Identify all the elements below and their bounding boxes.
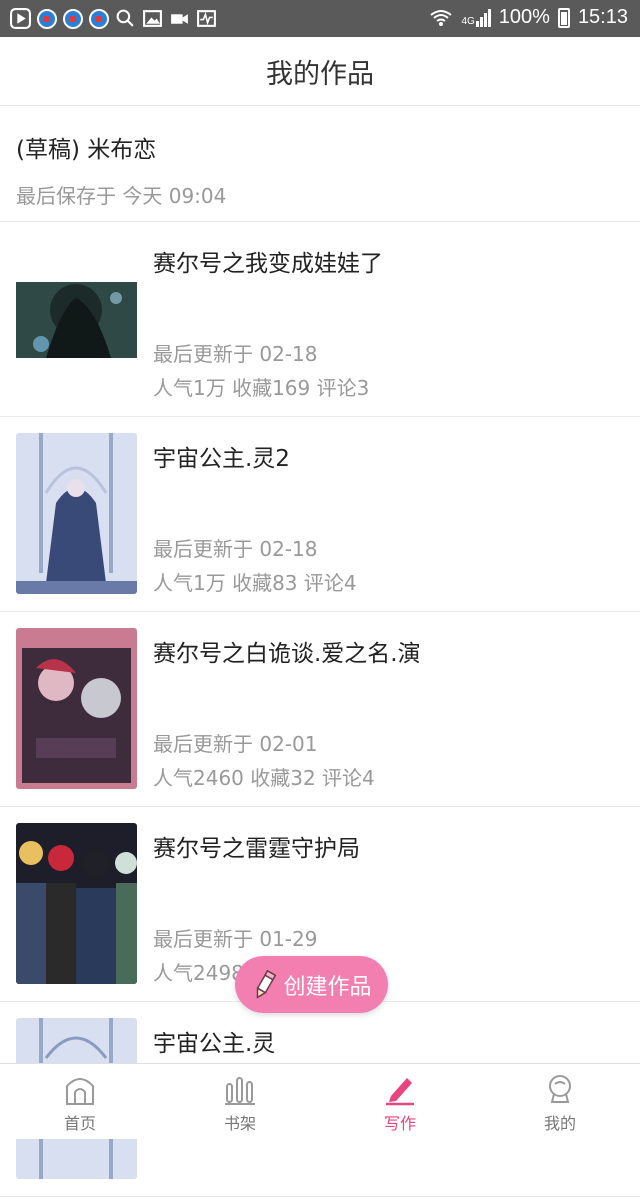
work-updated: 最后更新于 02-01 bbox=[153, 732, 318, 756]
bookshelf-icon bbox=[225, 1077, 255, 1105]
app-notification-icon bbox=[89, 8, 109, 29]
work-title: 赛尔号之雷霆守护局 bbox=[153, 836, 360, 862]
work-cover bbox=[16, 238, 137, 399]
signal-icon: 4G bbox=[461, 8, 491, 27]
work-cover bbox=[16, 823, 137, 984]
app-notification-icon bbox=[37, 8, 57, 29]
pencil-icon bbox=[257, 969, 277, 999]
activity-icon bbox=[197, 10, 216, 27]
nav-write-label: 写作 bbox=[383, 1114, 416, 1133]
home-icon bbox=[66, 1078, 94, 1105]
wifi-icon bbox=[430, 9, 453, 26]
draft-saved-time: 最后保存于 今天 09:04 bbox=[16, 184, 227, 208]
work-title: 宇宙公主.灵 bbox=[153, 1031, 276, 1057]
video-icon bbox=[171, 14, 188, 24]
draft-title: (草稿) 米布恋 bbox=[16, 137, 157, 163]
system-status: 4G 100% 15:13 bbox=[429, 6, 628, 29]
search-icon bbox=[116, 9, 134, 27]
profile-icon bbox=[549, 1075, 571, 1103]
work-title: 宇宙公主.灵2 bbox=[153, 446, 290, 472]
work-item[interactable]: 赛尔号之我变成娃娃了 最后更新于 02-18 人气1万 收藏169 评论3 bbox=[0, 222, 640, 417]
work-title: 赛尔号之我变成娃娃了 bbox=[153, 251, 383, 277]
pencil-icon bbox=[386, 1078, 414, 1106]
work-title: 赛尔号之白诡谈.爱之名.演 bbox=[153, 641, 421, 667]
work-item[interactable]: 赛尔号之白诡谈.爱之名.演 最后更新于 02-01 人气2460 收藏32 评论… bbox=[0, 612, 640, 807]
work-stats: 人气1万 收藏169 评论3 bbox=[153, 376, 370, 400]
page-title: 我的作品 bbox=[0, 37, 640, 106]
notification-icons bbox=[10, 8, 217, 29]
nav-profile-label: 我的 bbox=[543, 1114, 576, 1133]
app-notification-icon bbox=[63, 8, 83, 29]
nav-profile[interactable]: 我的 bbox=[480, 1064, 640, 1139]
nav-home-label: 首页 bbox=[63, 1114, 96, 1133]
nav-bookshelf[interactable]: 书架 bbox=[160, 1064, 320, 1139]
battery-icon bbox=[557, 7, 570, 28]
play-icon bbox=[10, 8, 31, 29]
work-stats: 人气2460 收藏32 评论4 bbox=[153, 766, 375, 790]
work-stats: 人气1万 收藏83 评论4 bbox=[153, 571, 357, 595]
works-list: (草稿) 米布恋 最后保存于 今天 09:04 赛尔号之我变成娃娃了 最后更新于… bbox=[0, 106, 640, 1197]
work-cover bbox=[16, 433, 137, 594]
battery-percent: 100% bbox=[498, 6, 550, 28]
draft-item[interactable]: (草稿) 米布恋 最后保存于 今天 09:04 bbox=[0, 106, 640, 222]
work-updated: 最后更新于 02-18 bbox=[153, 537, 318, 561]
create-work-label: 创建作品 bbox=[283, 974, 372, 1000]
work-item[interactable]: 宇宙公主.灵2 最后更新于 02-18 人气1万 收藏83 评论4 bbox=[0, 417, 640, 612]
nav-bookshelf-label: 书架 bbox=[223, 1114, 256, 1133]
image-icon bbox=[143, 10, 162, 27]
nav-write[interactable]: 写作 bbox=[320, 1064, 480, 1139]
create-work-button[interactable]: 创建作品 bbox=[235, 956, 388, 1013]
clock: 15:13 bbox=[577, 6, 628, 28]
work-updated: 最后更新于 02-18 bbox=[153, 342, 318, 366]
status-bar: 4G 100% 15:13 bbox=[0, 0, 640, 37]
bottom-nav: 首页 书架 写作 我的 bbox=[0, 1063, 640, 1139]
work-cover bbox=[16, 628, 137, 789]
work-updated: 最后更新于 01-29 bbox=[153, 927, 318, 951]
nav-home[interactable]: 首页 bbox=[0, 1064, 160, 1139]
